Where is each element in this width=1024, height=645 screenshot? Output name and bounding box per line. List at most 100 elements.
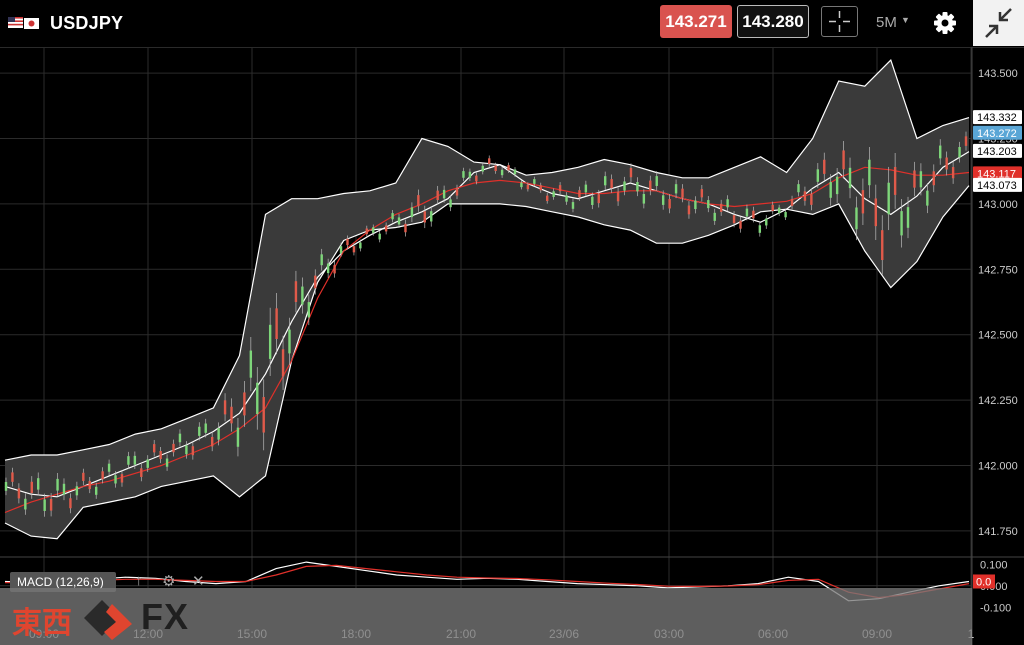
candle-body: [4, 481, 8, 491]
candle-body: [655, 176, 658, 186]
price-tag-label: 143.073: [977, 180, 1017, 192]
candle-body: [268, 324, 272, 359]
symbol-title: USDJPY: [50, 13, 124, 33]
candle-body: [281, 349, 285, 377]
candle-body: [700, 189, 704, 198]
candle-body: [494, 165, 497, 172]
gear-icon: [934, 12, 956, 34]
candle-body: [681, 188, 684, 198]
candle-body: [500, 169, 504, 176]
candle-body: [249, 350, 253, 378]
candle-body: [758, 225, 762, 233]
candle-body: [107, 463, 111, 472]
candle-body: [687, 205, 691, 215]
candle-body: [932, 171, 935, 186]
candle-body: [507, 165, 510, 171]
candle-body: [243, 392, 246, 416]
watermark-fx: FX: [141, 596, 190, 637]
sell-price-button[interactable]: 143.271: [660, 5, 732, 38]
candle-body: [964, 136, 968, 146]
candle-body: [539, 185, 542, 191]
candle-body: [893, 166, 897, 195]
collapse-button[interactable]: [973, 0, 1024, 46]
candle-body: [661, 195, 665, 205]
candle-body: [384, 225, 388, 232]
y-tick-label: 142.000: [978, 460, 1018, 472]
candle-body: [520, 182, 523, 188]
crosshair-icon: [829, 11, 850, 32]
candle-body: [191, 446, 195, 456]
macd-y-tick-label: 0.100: [980, 559, 1008, 571]
candle-body: [546, 195, 549, 201]
candle-body: [391, 213, 394, 220]
candle-body: [797, 184, 800, 193]
candle-body: [481, 165, 484, 172]
candle-body: [745, 208, 749, 217]
candle-body: [178, 433, 182, 443]
candle-body: [855, 207, 858, 230]
move-up-icon[interactable]: ↑: [135, 572, 143, 589]
candle-body: [339, 246, 343, 254]
candle-body: [513, 169, 517, 175]
candle-body: [436, 190, 439, 201]
candle-body: [874, 198, 877, 227]
candle-body: [442, 189, 446, 199]
candle-body: [417, 195, 420, 207]
candle-body: [288, 329, 291, 354]
candle-body: [352, 246, 356, 253]
price-tag-label: 143.203: [977, 146, 1017, 158]
candle-body: [101, 471, 104, 480]
candle-body: [43, 499, 46, 511]
candle-body: [210, 436, 214, 447]
candle-body: [455, 188, 459, 196]
candle-body: [11, 472, 14, 482]
timeframe-dropdown[interactable]: 5M ▼: [876, 14, 910, 31]
candle-body: [37, 478, 40, 490]
candle-body: [24, 498, 27, 510]
macd-y-tick-label: -0.100: [980, 602, 1011, 614]
candle-body: [262, 397, 265, 433]
candle-body: [707, 200, 710, 209]
top-bar: USDJPY 143.271 143.280 5M ▼: [0, 0, 1024, 48]
candle-body: [552, 191, 555, 197]
candle-body: [868, 159, 871, 186]
candle-body: [378, 233, 381, 240]
candle-body: [30, 481, 33, 494]
candle-body: [49, 498, 53, 511]
candle-body: [365, 228, 369, 235]
candle-body: [475, 175, 478, 182]
y-tick-label: 142.750: [978, 264, 1018, 276]
candle-body: [88, 481, 91, 490]
candle-body: [816, 169, 820, 182]
candle-body: [449, 199, 452, 208]
candle-body: [146, 459, 149, 468]
candle-body: [694, 200, 697, 210]
y-tick-label: 143.500: [978, 68, 1018, 80]
price-chart[interactable]: 143.500143.250143.000142.750142.500142.2…: [0, 47, 1024, 645]
candle-body: [256, 382, 259, 414]
candle-body: [623, 181, 626, 191]
candle-body: [230, 406, 233, 424]
candle-body: [848, 167, 852, 189]
candle-body: [488, 158, 491, 164]
candle-body: [861, 190, 865, 214]
buy-price-button[interactable]: 143.280: [737, 5, 809, 38]
settings-button[interactable]: [930, 8, 960, 38]
dropdown-caret-icon: ▼: [901, 15, 910, 25]
candle-body: [140, 468, 143, 477]
y-tick-label: 143.000: [978, 199, 1018, 211]
candle-body: [114, 475, 117, 484]
candle-body: [397, 217, 401, 225]
candle-body: [771, 204, 774, 212]
candle-body: [649, 180, 652, 191]
candle-body: [17, 488, 21, 499]
y-tick-label: 142.500: [978, 330, 1018, 342]
y-tick-label: 141.750: [978, 526, 1018, 538]
candle-body: [314, 275, 317, 289]
candle-body: [752, 210, 755, 219]
crosshair-button[interactable]: [821, 6, 858, 37]
candle-body: [69, 498, 72, 509]
candle-body: [951, 167, 955, 179]
candle-body: [430, 211, 433, 222]
candle-body: [468, 171, 472, 178]
